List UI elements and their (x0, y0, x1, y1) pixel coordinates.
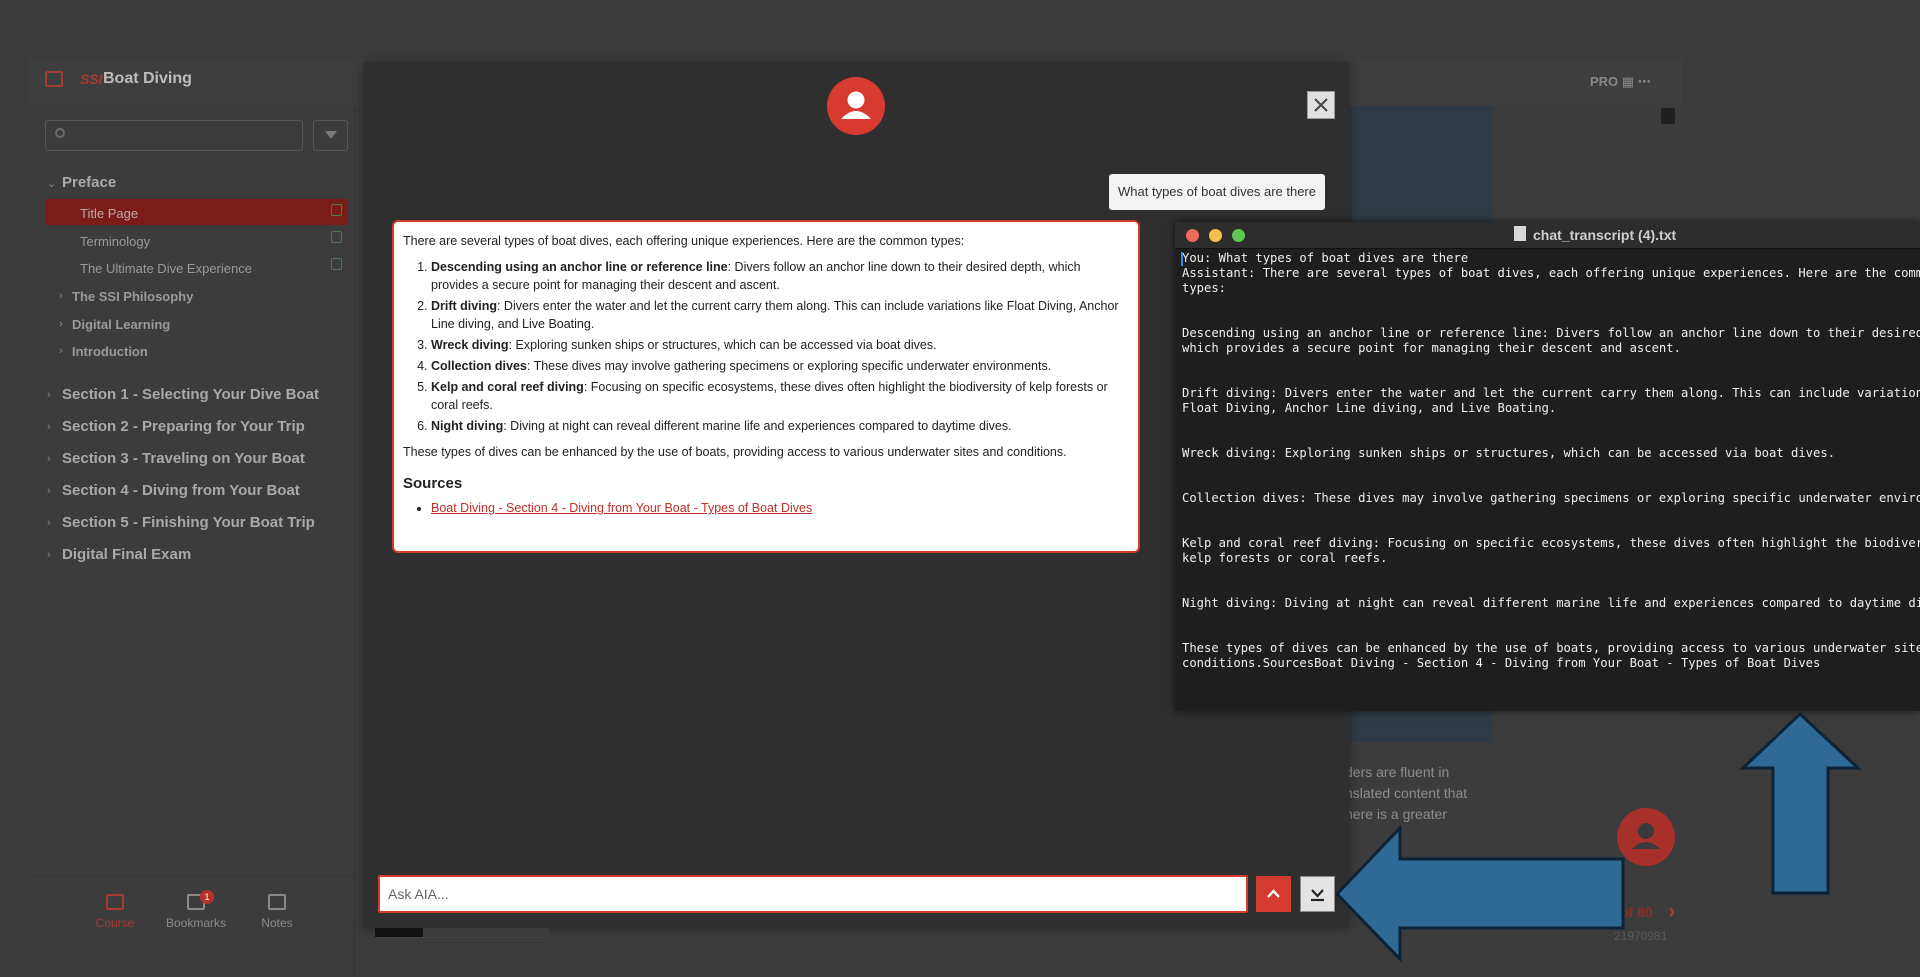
up-arrow-annotation (1739, 711, 1862, 895)
annotation-arrows (1334, 711, 1862, 963)
left-arrow-annotation (1334, 824, 1625, 963)
